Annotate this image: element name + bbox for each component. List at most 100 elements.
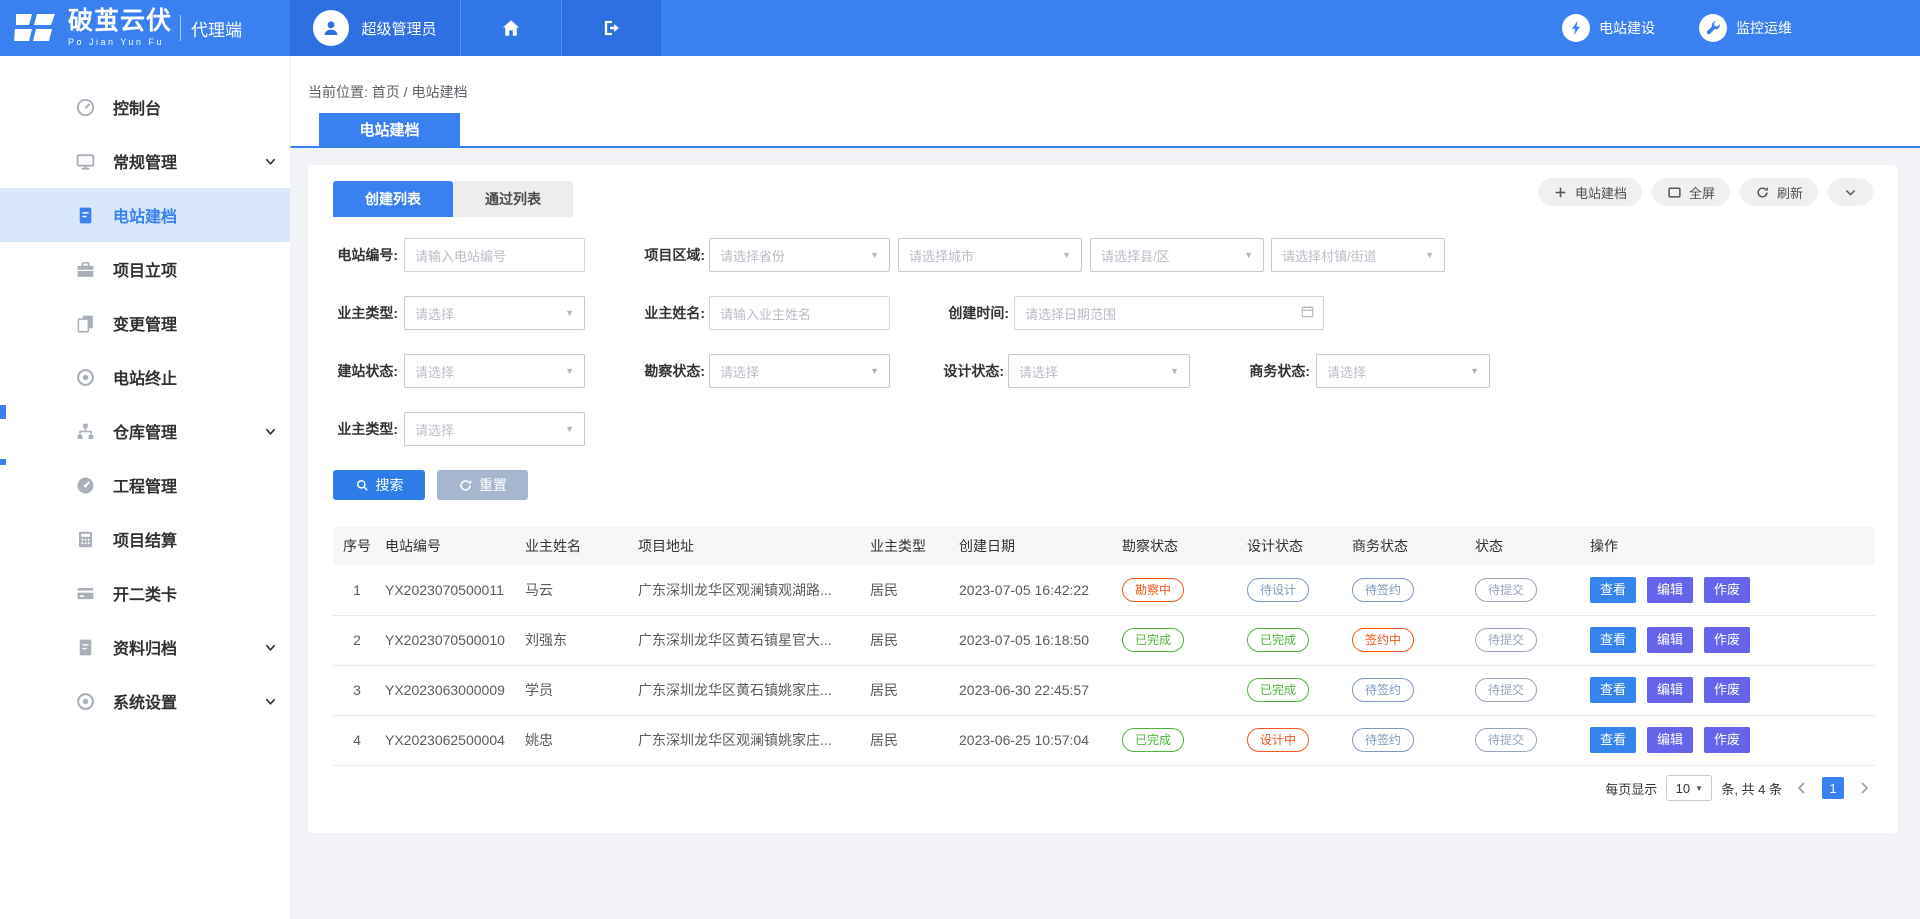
create-date: 2023-07-05 16:18:50 bbox=[955, 615, 1118, 665]
invalidate-button[interactable]: 作废 bbox=[1704, 677, 1750, 703]
refresh-button[interactable]: 刷新 bbox=[1740, 178, 1818, 206]
collapse-button[interactable] bbox=[1828, 178, 1873, 206]
next-page-button[interactable] bbox=[1853, 777, 1875, 799]
status-badge: 签约中 bbox=[1352, 628, 1414, 652]
breadcrumb-home[interactable]: 首页 bbox=[372, 84, 400, 100]
view-button[interactable]: 查看 bbox=[1590, 577, 1636, 603]
invalidate-button[interactable]: 作废 bbox=[1704, 627, 1750, 653]
edit-button[interactable]: 编辑 bbox=[1647, 727, 1693, 753]
edit-button[interactable]: 编辑 bbox=[1647, 677, 1693, 703]
sitemap-icon bbox=[73, 421, 97, 442]
survey-status-select[interactable]: 请选择 ▼ bbox=[709, 354, 890, 388]
business-status-select[interactable]: 请选择▼ bbox=[1316, 354, 1490, 388]
console-icon bbox=[73, 97, 97, 118]
column-header: 设计状态 bbox=[1243, 527, 1348, 565]
create-date: 2023-06-25 10:57:04 bbox=[955, 715, 1118, 765]
owner-type-select[interactable]: 请选择▼ bbox=[404, 296, 585, 330]
logout-button[interactable] bbox=[561, 0, 661, 56]
owner-type-2-label: 业主类型: bbox=[333, 412, 398, 446]
nav-station-build[interactable]: 电站建设 bbox=[1562, 14, 1655, 42]
create-time-input[interactable]: 请选择日期范围 bbox=[1014, 296, 1324, 330]
reset-button[interactable]: 重置 bbox=[437, 470, 528, 500]
owner-type: 居民 bbox=[866, 665, 955, 715]
placeholder-text: 请选择 bbox=[415, 362, 454, 381]
sidebar-item-warehouse-management[interactable]: 仓库管理 bbox=[0, 404, 290, 458]
sidebar-item-change-management[interactable]: 变更管理 bbox=[0, 296, 290, 350]
prev-page-button[interactable] bbox=[1791, 777, 1813, 799]
column-header: 业主类型 bbox=[866, 527, 955, 565]
build-status-select[interactable]: 请选择▼ bbox=[404, 354, 585, 388]
owner-name-input[interactable]: 请输入业主姓名 bbox=[709, 296, 890, 330]
sidebar-item-project-initiation[interactable]: 项目立项 bbox=[0, 242, 290, 296]
caret-down-icon: ▼ bbox=[870, 366, 879, 376]
search-button[interactable]: 搜索 bbox=[333, 470, 425, 500]
placeholder-text: 请选择 bbox=[720, 362, 759, 381]
view-button[interactable]: 查看 bbox=[1590, 727, 1636, 753]
sidebar-item-type2-card[interactable]: 开二类卡 bbox=[0, 566, 290, 620]
logout-icon bbox=[601, 17, 623, 39]
page-number-current[interactable]: 1 bbox=[1822, 777, 1844, 799]
row-actions: 查看编辑作废 bbox=[1586, 565, 1875, 615]
sidebar-item-project-settlement[interactable]: 项目结算 bbox=[0, 512, 290, 566]
fullscreen-button[interactable]: 全屏 bbox=[1652, 178, 1730, 206]
owner-type-2-select[interactable]: 请选择▼ bbox=[404, 412, 585, 446]
status-badge: 待提交 bbox=[1475, 578, 1537, 602]
copy-icon bbox=[73, 313, 97, 334]
survey-status: 勘察中 bbox=[1118, 565, 1243, 615]
table-row: 3YX2023063000009学员广东深圳龙华区黄石镇姚家庄...居民2023… bbox=[333, 665, 1875, 715]
home-button[interactable] bbox=[460, 0, 561, 56]
briefcase-icon bbox=[73, 259, 97, 280]
edit-button[interactable]: 编辑 bbox=[1647, 577, 1693, 603]
placeholder-text: 请选择省份 bbox=[720, 246, 785, 265]
tab-passed-list[interactable]: 通过列表 bbox=[453, 181, 573, 217]
sidebar-item-console[interactable]: 控制台 bbox=[0, 80, 290, 134]
invalidate-button[interactable]: 作废 bbox=[1704, 727, 1750, 753]
chevron-down-icon bbox=[264, 155, 277, 173]
owner-name: 马云 bbox=[521, 565, 634, 615]
app-title: 破茧云伏 bbox=[68, 9, 172, 34]
breadcrumb-separator: / bbox=[404, 84, 408, 100]
page-tab-station-filing[interactable]: 电站建档 bbox=[319, 113, 460, 146]
sidebar-item-system-settings[interactable]: 系统设置 bbox=[0, 674, 290, 728]
region-province-select[interactable]: 请选择省份▼ bbox=[709, 238, 890, 272]
sidebar-item-general-management[interactable]: 常规管理 bbox=[0, 134, 290, 188]
row-actions: 查看编辑作废 bbox=[1586, 615, 1875, 665]
region-city-select[interactable]: 请选择城市▼ bbox=[898, 238, 1082, 272]
sidebar-item-data-archive[interactable]: 资料归档 bbox=[0, 620, 290, 674]
column-header: 勘察状态 bbox=[1118, 527, 1243, 565]
view-button[interactable]: 查看 bbox=[1590, 627, 1636, 653]
doc2-icon bbox=[73, 637, 97, 658]
sidebar-item-station-filing[interactable]: 电站建档 bbox=[0, 188, 290, 242]
business-status: 待签约 bbox=[1348, 715, 1471, 765]
user-menu[interactable]: 超级管理员 bbox=[290, 0, 460, 56]
user-avatar-icon bbox=[313, 10, 349, 46]
sidebar-item-engineering-management[interactable]: 工程管理 bbox=[0, 458, 290, 512]
survey-status-label: 勘察状态: bbox=[635, 354, 705, 388]
nav-monitor-ops[interactable]: 监控运维 bbox=[1699, 14, 1792, 42]
card-toolbar: 电站建档全屏刷新 bbox=[1538, 178, 1873, 206]
tab-create-list[interactable]: 创建列表 bbox=[333, 181, 453, 217]
create-date: 2023-07-05 16:42:22 bbox=[955, 565, 1118, 615]
status-badge: 勘察中 bbox=[1122, 578, 1184, 602]
table-row: 2YX2023070500010刘强东广东深圳龙华区黄石镇星官大...居民202… bbox=[333, 615, 1875, 665]
row-index: 3 bbox=[333, 665, 381, 715]
region-county-select[interactable]: 请选择县/区▼ bbox=[1090, 238, 1264, 272]
design-status-select[interactable]: 请选择▼ bbox=[1008, 354, 1190, 388]
station-code-input[interactable]: 请输入电站编号 bbox=[404, 238, 585, 272]
sidebar-item-label: 项目结算 bbox=[113, 527, 177, 551]
table-header-row: 序号电站编号业主姓名项目地址业主类型创建日期勘察状态设计状态商务状态状态操作 bbox=[333, 527, 1875, 565]
placeholder-text: 请选择 bbox=[1019, 362, 1058, 381]
sidebar-item-station-termination[interactable]: 电站终止 bbox=[0, 350, 290, 404]
sidebar-item-label: 电站建档 bbox=[113, 203, 177, 227]
top-header: 破茧云伏 Po Jian Yun Fu 代理端 超级管理员 bbox=[0, 0, 1920, 56]
table-row: 1YX2023070500011马云广东深圳龙华区观澜镇观湖路...居民2023… bbox=[333, 565, 1875, 615]
view-button[interactable]: 查看 bbox=[1590, 677, 1636, 703]
caret-down-icon: ▼ bbox=[1425, 250, 1434, 260]
invalidate-button[interactable]: 作废 bbox=[1704, 577, 1750, 603]
survey-status: 已完成 bbox=[1118, 715, 1243, 765]
station-filing-add-button[interactable]: 电站建档 bbox=[1538, 178, 1642, 206]
page-size-select[interactable]: 10 ▼ bbox=[1666, 775, 1712, 801]
region-village-select[interactable]: 请选择村镇/街道▼ bbox=[1271, 238, 1445, 272]
row-index: 2 bbox=[333, 615, 381, 665]
edit-button[interactable]: 编辑 bbox=[1647, 627, 1693, 653]
